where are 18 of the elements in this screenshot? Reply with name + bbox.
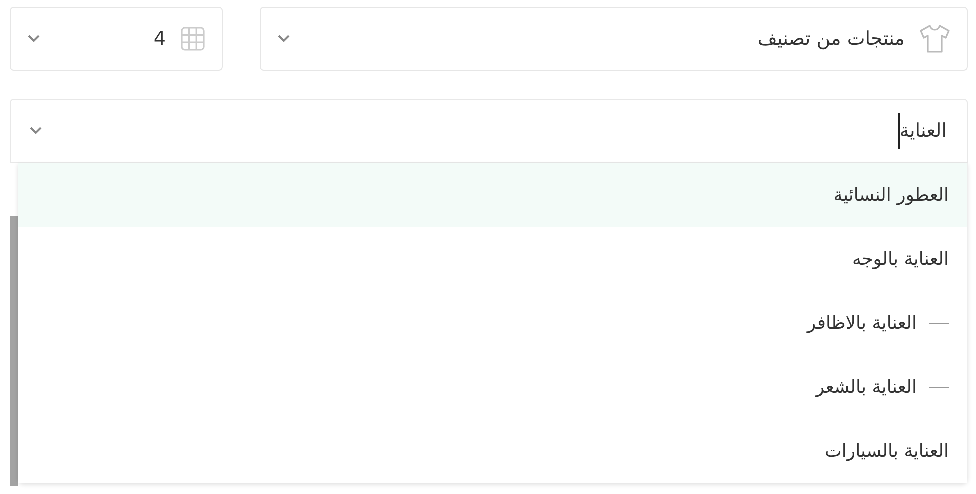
category-value: منتجات من تصنيف [758,28,905,50]
dropdown-option[interactable]: العناية بالاظافر [18,291,967,355]
dropdown-option[interactable]: العناية بالشعر [18,355,967,419]
chevron-down-icon [27,34,41,44]
search-select[interactable]: العناية [10,99,968,163]
search-value: العناية [900,120,947,142]
t-shirt-icon [919,24,951,54]
columns-select[interactable]: 4 [10,7,223,71]
chevron-down-icon [277,34,291,44]
dropdown-option[interactable]: العطور النسائية [18,163,967,227]
grid-icon [180,26,206,52]
category-select[interactable]: منتجات من تصنيف [260,7,968,71]
dropdown-option[interactable]: العناية بالسيارات [18,419,967,483]
columns-value: 4 [154,28,166,50]
indent-dash-icon [929,386,949,388]
chevron-down-icon [29,126,43,136]
indent-dash-icon [929,322,949,324]
dropdown-option[interactable]: العناية بالوجه [18,227,967,291]
